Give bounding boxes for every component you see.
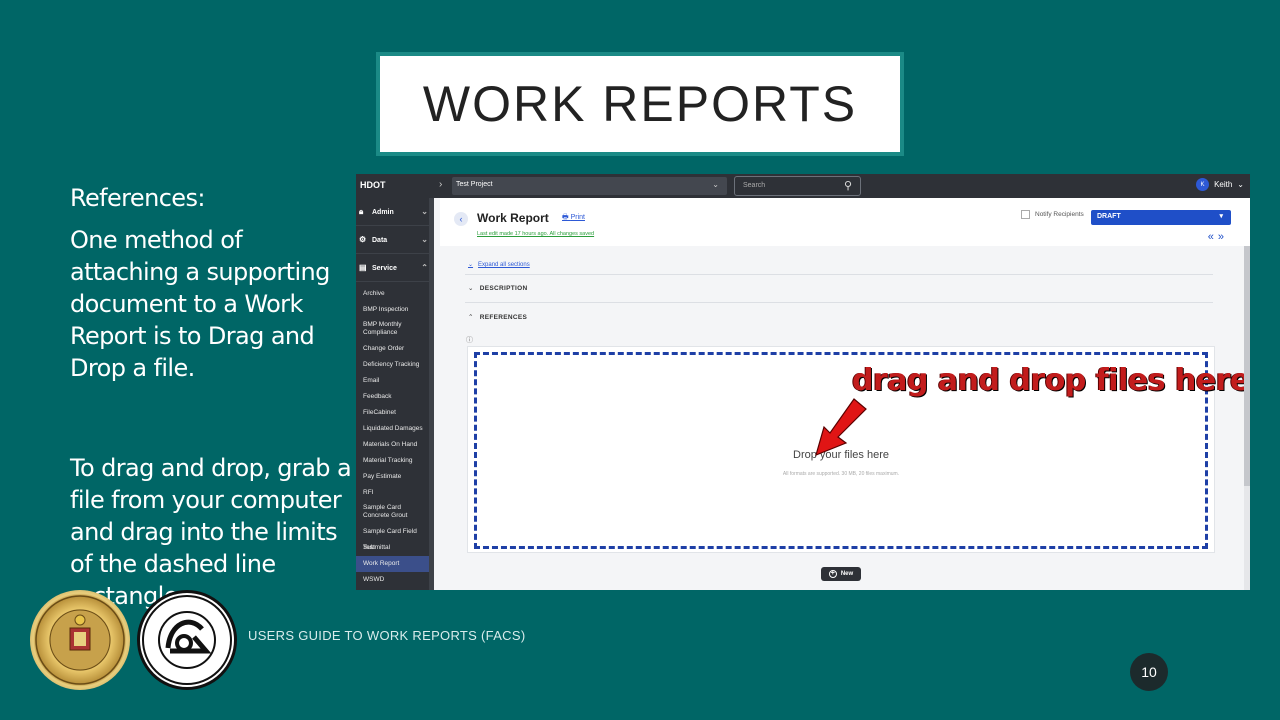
plus-icon: + (828, 570, 837, 578)
sidebar-item-rfi[interactable]: RFI (356, 485, 434, 501)
sidebar-item-filecabinet[interactable]: FileCabinet (356, 405, 434, 421)
slide-title-box: WORK REPORTS (376, 52, 904, 156)
chevron-down-icon: ⌄ (468, 262, 474, 268)
avatar: K (1196, 178, 1210, 191)
sidebar: 🔒︎ Admin ⌄ ⚙ Data ⌄ ▤ Service ⌃ Archive … (356, 198, 434, 590)
page-title: Work Report (477, 211, 549, 225)
new-button[interactable]: + New (821, 567, 861, 581)
sidebar-item-archive[interactable]: Archive (356, 286, 434, 302)
sidebar-item-sample-card-field-test[interactable]: Sample Card Field Test (356, 524, 434, 551)
main-scrollbar[interactable] (1244, 246, 1250, 590)
search-icon[interactable]: ⚲ (844, 179, 852, 192)
sidebar-item-liquidated-damages[interactable]: Liquidated Damages (356, 421, 434, 437)
department-of-transportation-seal (137, 590, 237, 690)
main-content: ‹ Work Report 🖶︎ Print Last edit made 17… (440, 198, 1250, 590)
printer-icon: 🖶︎ (562, 214, 571, 221)
sidebar-item-wswd[interactable]: WSWD (356, 572, 434, 588)
notify-checkbox[interactable] (1021, 210, 1030, 219)
section-references[interactable]: ⌃ REFERENCES (468, 313, 527, 321)
navigation-arrows[interactable]: «» (1208, 231, 1228, 243)
project-name: Test Project (456, 181, 493, 188)
sidebar-item-materials-on-hand[interactable]: Materials On Hand (356, 437, 434, 453)
dropzone-hint: All formats are supported. 30 MB, 20 fil… (782, 471, 900, 477)
sidebar-item-email[interactable]: Email (356, 373, 434, 389)
chevron-down-icon: ⌄ (1237, 180, 1244, 189)
top-bar: HDOT › Test Project ⌄ Search ⚲ K Keith ⌄ (356, 174, 1250, 198)
paragraph-references: References: (70, 184, 205, 212)
print-link[interactable]: 🖶︎ Print (562, 213, 585, 224)
expand-all-link[interactable]: ⌄ Expand all sections (468, 261, 530, 268)
sidebar-item-bmp-monthly-compliance[interactable]: BMP Monthly Compliance (356, 318, 434, 341)
chevron-up-icon: ⌃ (421, 263, 428, 272)
sidebar-item-pay-estimate[interactable]: Pay Estimate (356, 469, 434, 485)
brand-label[interactable]: HDOT (360, 180, 386, 190)
sidebar-item-change-order[interactable]: Change Order (356, 341, 434, 357)
sidebar-group-admin[interactable]: 🔒︎ Admin ⌄ (356, 198, 434, 226)
notify-recipients[interactable]: Notify Recipients (1021, 210, 1084, 219)
sidebar-group-service[interactable]: ▤ Service ⌃ (356, 254, 434, 282)
report-header: ‹ Work Report 🖶︎ Print Last edit made 17… (440, 198, 1250, 246)
paragraph-method: One method of attaching a supporting doc… (70, 226, 330, 382)
slide-title: WORK REPORTS (422, 76, 858, 132)
paragraph-instructions: To drag and drop, grab a file from your … (70, 454, 352, 610)
sidebar-item-submittal[interactable]: Submittal (356, 540, 434, 556)
caret-down-icon: ▾ (1219, 213, 1223, 220)
chevron-down-icon: ⌄ (468, 285, 474, 292)
section-description[interactable]: ⌄ DESCRIPTION (468, 284, 527, 292)
sidebar-item-deficiency-tracking[interactable]: Deficiency Tracking (356, 357, 434, 373)
sidebar-item-material-tracking[interactable]: Material Tracking (356, 453, 434, 469)
double-chevron-left-icon[interactable]: « (1208, 231, 1218, 243)
search-input[interactable]: Search ⚲ (734, 176, 861, 196)
user-menu[interactable]: K Keith ⌄ (1196, 178, 1244, 191)
search-placeholder: Search (743, 182, 766, 189)
chevron-down-icon: ⌄ (421, 207, 428, 216)
state-of-hawaii-seal (30, 590, 130, 690)
footer-text: USERS GUIDE TO WORK REPORTS (FACS) (248, 628, 526, 643)
chevron-down-icon: ⌄ (712, 180, 719, 189)
double-chevron-right-icon[interactable]: » (1218, 231, 1228, 243)
sidebar-item-bmp-inspection[interactable]: BMP Inspection (356, 302, 434, 318)
app-screenshot: HDOT › Test Project ⌄ Search ⚲ K Keith ⌄… (356, 174, 1250, 590)
sidebar-item-sample-card-concrete-grout[interactable]: Sample Card Concrete Grout (356, 501, 434, 524)
page-number: 10 (1130, 653, 1168, 691)
divider (465, 274, 1213, 275)
annotation-callout: drag and drop files here (852, 363, 1250, 398)
sidebar-item-work-report[interactable]: Work Report (356, 556, 434, 572)
file-dropzone[interactable]: Drop your files here All formats are sup… (467, 346, 1250, 553)
status-value: DRAFT (1097, 213, 1121, 220)
document-icon: ▤ (359, 263, 367, 272)
divider (465, 302, 1213, 303)
sidebar-group-label: Admin (372, 209, 394, 216)
status-select[interactable]: DRAFT ▾ (1091, 210, 1231, 225)
sidebar-group-label: Data (372, 237, 388, 244)
user-name: Keith (1214, 180, 1233, 189)
lock-icon: 🔒︎ (359, 207, 364, 216)
sidebar-item-feedback[interactable]: Feedback (356, 389, 434, 405)
sidebar-group-label: Service (372, 265, 397, 272)
sidebar-scrollbar[interactable] (429, 198, 434, 590)
gears-icon: ⚙ (359, 235, 367, 244)
chevron-down-icon: ⌄ (421, 235, 428, 244)
chevron-right-icon: › (439, 179, 443, 190)
last-edit-status: Last edit made 17 hours ago. All changes… (477, 231, 595, 237)
notify-label: Notify Recipients (1035, 211, 1084, 218)
project-select[interactable]: Test Project ⌄ (452, 177, 727, 195)
slide-body: References: One method of attaching a su… (70, 182, 355, 622)
red-arrow-icon (815, 398, 867, 457)
sidebar-group-data[interactable]: ⚙ Data ⌄ (356, 226, 434, 254)
info-icon[interactable]: ⓘ (466, 335, 473, 345)
chevron-up-icon: ⌃ (468, 314, 474, 321)
back-arrow-icon[interactable]: ‹ (454, 212, 468, 226)
